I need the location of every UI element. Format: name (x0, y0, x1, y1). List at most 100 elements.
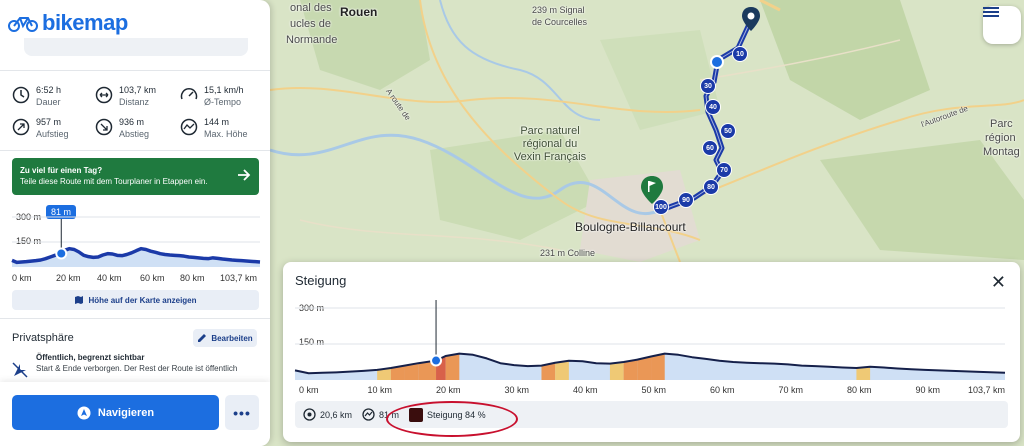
pencil-icon (198, 334, 207, 342)
x-tick-label: 50 km (641, 385, 667, 395)
km-marker: 90 (678, 192, 694, 208)
stat-label: Aufstieg (36, 129, 69, 139)
stat-value: 6:52 h (36, 85, 62, 95)
map-label-colline: 231 m Colline (540, 248, 596, 258)
privacy-status: Öffentlich, begrenzt sichtbar Start & En… (12, 352, 266, 378)
map-label-park: Parc naturel régional du Vexin Français (513, 125, 587, 163)
bottom-action-bar: Navigieren ••• (0, 382, 270, 446)
stat-value: 15,1 km/h (204, 85, 244, 95)
edit-privacy-button[interactable]: Bearbeiten (193, 329, 257, 347)
mini-chart-svg (11, 216, 261, 267)
x-tick-label: 103,7 km (968, 385, 1006, 395)
x-tick-label: 70 km (778, 385, 804, 395)
map-menu-button[interactable] (983, 6, 1021, 44)
show-height-label: Höhe auf der Karte anzeigen (88, 295, 197, 305)
location-hidden-icon (12, 362, 28, 378)
navigation-arrow-icon (77, 406, 91, 419)
map-label-boulogne: Boulogne-Billancourt (575, 220, 686, 234)
ascent-icon (12, 118, 30, 136)
stat-label: Distanz (119, 97, 150, 107)
x-tick-label: 90 km (915, 385, 941, 395)
x-tick-label: 20 km (56, 273, 81, 283)
current-position-icon (710, 55, 724, 69)
stat-value: 103,7 km (119, 85, 157, 95)
stat-descent: 936 m Abstieg (95, 116, 149, 140)
route-start-pin-icon[interactable] (741, 6, 761, 32)
x-tick-label: 10 km (367, 385, 393, 395)
mini-elevation-chart[interactable]: 81 m 300 m 150 m 0 km 20 km 40 km 60 km … (10, 205, 262, 287)
divider (0, 318, 270, 319)
gradient-chart-svg (294, 300, 1006, 380)
elevation-icon (362, 408, 375, 421)
stat-value: 957 m (36, 117, 62, 127)
close-icon[interactable]: ✕ (991, 273, 1006, 291)
divider (0, 70, 270, 71)
map-label-rouen: Rouen (340, 5, 378, 19)
map-icon (75, 296, 84, 304)
x-tick-label: 80 km (847, 385, 872, 395)
gradient-segment (651, 353, 665, 380)
speedometer-icon (180, 88, 198, 100)
divider (0, 150, 270, 151)
info-distance: 20,6 km (303, 408, 352, 421)
navigate-label: Navigieren (97, 406, 155, 419)
km-marker: 80 (703, 179, 719, 195)
stat-speed: 15,1 km/h Ø-Tempo (180, 84, 244, 108)
position-target-icon (303, 408, 316, 421)
x-tick-label: 60 km (710, 385, 735, 395)
edit-label: Bearbeiten (211, 333, 253, 343)
navigate-button[interactable]: Navigieren (12, 395, 219, 430)
gradient-elevation-chart[interactable]: 300 m 150 m 0 km 10 km 20 km 30 km 40 km 50 k… (283, 292, 1020, 402)
banner-text: Teile diese Route mit dem Tourplaner in … (20, 177, 208, 186)
privacy-status-title: Öffentlich, begrenzt sichtbar (36, 353, 145, 362)
km-marker: 40 (705, 99, 721, 115)
privacy-title: Privatsphäre (12, 332, 74, 344)
km-marker: 70 (716, 162, 732, 178)
stat-value: 144 m (204, 117, 230, 127)
route-details-panel: bikemap 6:52 h Dauer 103,7 km Distanz 15,1… (0, 0, 270, 446)
privacy-status-text: Start & Ende verborgen. Der Rest der Rou… (36, 364, 238, 373)
clock-icon (12, 86, 30, 104)
x-tick-label: 60 km (140, 273, 165, 283)
cursor-point[interactable] (430, 354, 443, 367)
gradient-segment (623, 359, 638, 380)
distance-icon (95, 86, 113, 104)
highlight-annotation (386, 401, 518, 437)
cursor-point[interactable] (55, 247, 68, 260)
stat-duration: 6:52 h Dauer (12, 84, 61, 108)
more-options-button[interactable]: ••• (225, 395, 259, 430)
descent-icon (95, 118, 113, 136)
x-tick-label: 40 km (573, 385, 598, 395)
km-marker: 60 (702, 140, 718, 156)
map-label-normandie-2: ucles de (290, 18, 331, 30)
stat-label: Ø-Tempo (204, 97, 242, 107)
show-height-on-map-button[interactable]: Höhe auf der Karte anzeigen (12, 290, 259, 310)
bicycle-logo-icon (8, 17, 38, 32)
x-tick-label: 40 km (97, 273, 122, 283)
x-tick-label: 80 km (180, 273, 205, 283)
stat-distance: 103,7 km Distanz (95, 84, 156, 108)
stat-max-height: 144 m Max. Höhe (180, 116, 248, 140)
x-tick-label: 0 km (299, 385, 319, 395)
stat-label: Dauer (36, 97, 61, 107)
tour-planner-banner[interactable]: Zu viel für einen Tag? Teile diese Route… (12, 158, 259, 195)
km-marker: 30 (700, 78, 716, 94)
gradient-segment (555, 360, 569, 380)
x-tick-label: 20 km (436, 385, 461, 395)
x-tick-label: 30 km (504, 385, 530, 395)
x-tick-label: 0 km (12, 273, 32, 283)
bikemap-logo[interactable]: bikemap (8, 10, 128, 36)
gradient-segment (609, 362, 624, 380)
gradient-segment (445, 353, 460, 380)
x-tick-label: 103,7 km (220, 273, 258, 283)
hamburger-menu-icon (983, 7, 999, 17)
info-distance-value: 20,6 km (320, 409, 353, 420)
map-label-normandie-1: onal des (290, 2, 332, 14)
route-end-flag-icon[interactable] (640, 175, 664, 205)
map-label-normandie-3: Normande (286, 34, 338, 46)
map-label-signal: 239 m Signal de Courcelles (532, 5, 588, 27)
map-label-right-1: Parc (990, 118, 1013, 130)
banner-title: Zu viel für einen Tag? (20, 166, 103, 175)
logo-text: bikemap (42, 10, 128, 35)
top-action-button[interactable] (24, 38, 248, 56)
